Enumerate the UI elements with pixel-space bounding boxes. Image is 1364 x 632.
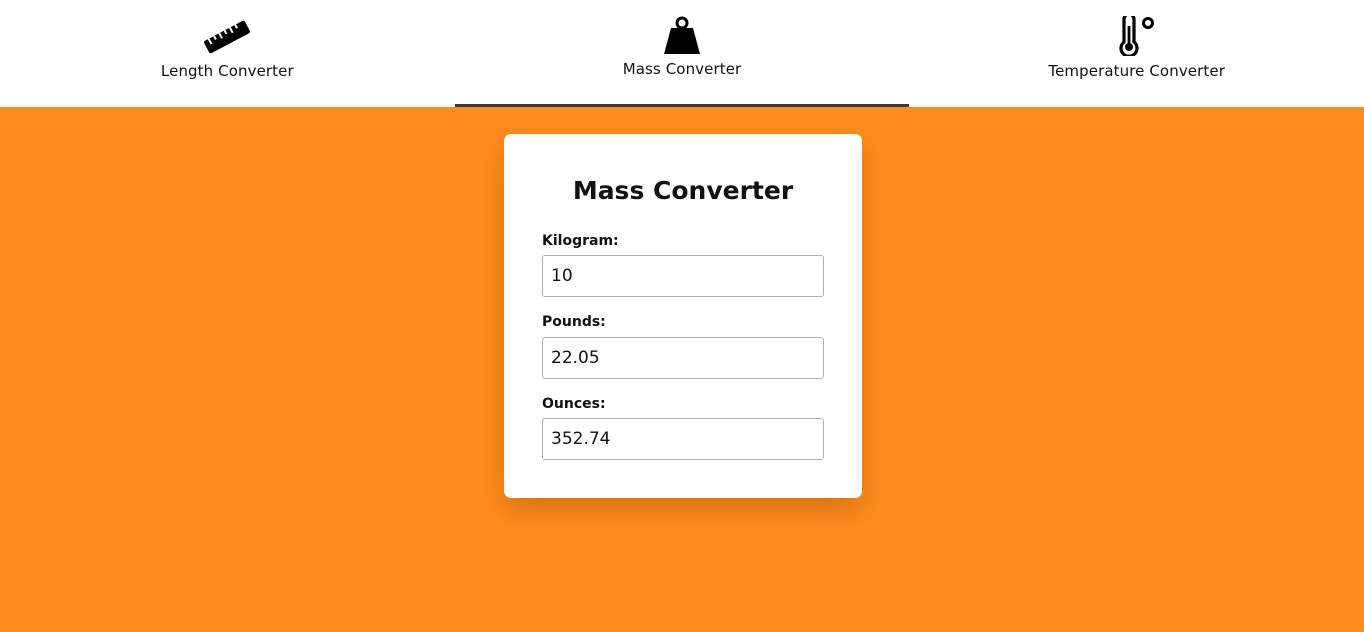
kilogram-label: Kilogram: (542, 233, 619, 249)
weight-icon (662, 16, 702, 56)
ounces-label: Ounces: (542, 396, 606, 412)
tab-label-temperature: Temperature Converter (1048, 62, 1225, 80)
tab-temperature-converter[interactable]: Temperature Converter (909, 0, 1364, 107)
card-title: Mass Converter (572, 176, 794, 205)
pounds-label: Pounds: (542, 314, 606, 330)
ruler-icon (201, 16, 253, 56)
ounces-input[interactable] (542, 418, 824, 460)
tab-label-mass: Mass Converter (622, 60, 742, 78)
tab-label-length: Length Converter (160, 62, 294, 80)
kilogram-input[interactable] (542, 255, 824, 297)
tab-length-converter[interactable]: Length Converter (0, 0, 455, 107)
thermometer-icon (1115, 16, 1159, 56)
mass-converter-card: Mass Converter Kilogram: Pounds: Ounces: (504, 134, 862, 498)
tab-mass-converter[interactable]: Mass Converter (454, 0, 910, 107)
pounds-input[interactable] (542, 337, 824, 379)
converter-tabs: Length Converter Mass Converter Temperat… (0, 0, 1364, 107)
